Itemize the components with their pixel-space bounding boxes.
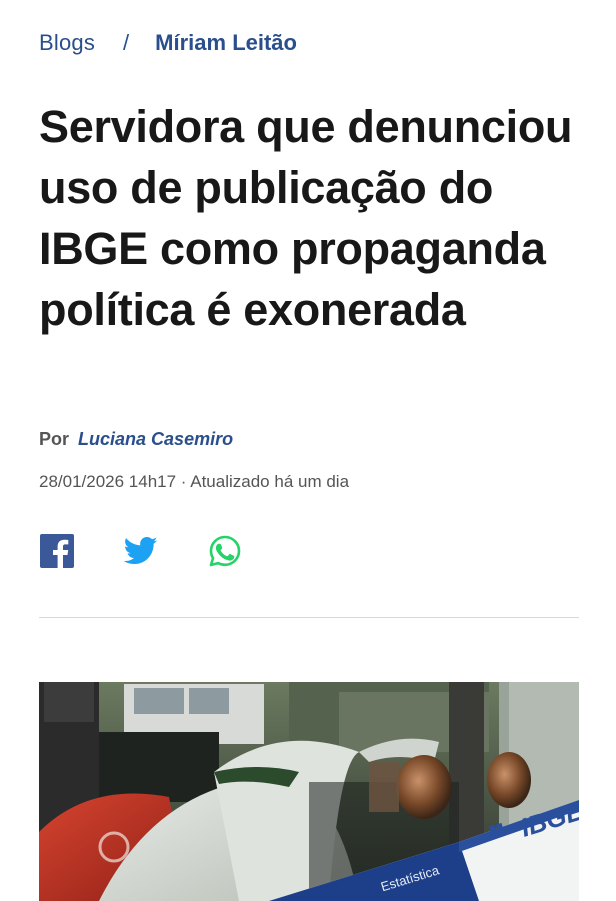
share-whatsapp-button[interactable]	[207, 533, 243, 569]
article-dateline: 28/01/2026 14h17 · Atualizado há um dia	[39, 472, 350, 491]
author-link[interactable]: Luciana Casemiro	[78, 429, 233, 449]
breadcrumb: Blogs / Míriam Leitão	[39, 30, 297, 56]
protest-camp-photo	[39, 682, 579, 901]
facebook-icon	[40, 534, 74, 568]
share-bar	[39, 533, 243, 569]
breadcrumb-blog-link[interactable]: Míriam Leitão	[155, 30, 297, 56]
article-byline: Por Luciana Casemiro	[39, 429, 233, 450]
breadcrumb-blogs-link[interactable]: Blogs	[39, 30, 95, 56]
breadcrumb-separator: /	[123, 30, 130, 55]
byline-prefix: Por	[39, 429, 70, 449]
whatsapp-icon	[209, 535, 241, 567]
article-photo[interactable]: IBGE Estatística	[39, 682, 579, 901]
share-facebook-button[interactable]	[39, 533, 75, 569]
share-twitter-button[interactable]	[123, 533, 159, 569]
article-headline: Servidora que denunciou uso de publicaçã…	[39, 101, 573, 335]
twitter-icon	[124, 536, 158, 565]
article-page: Blogs / Míriam Leitão Servidora que denu…	[0, 0, 616, 901]
section-divider	[39, 617, 579, 618]
